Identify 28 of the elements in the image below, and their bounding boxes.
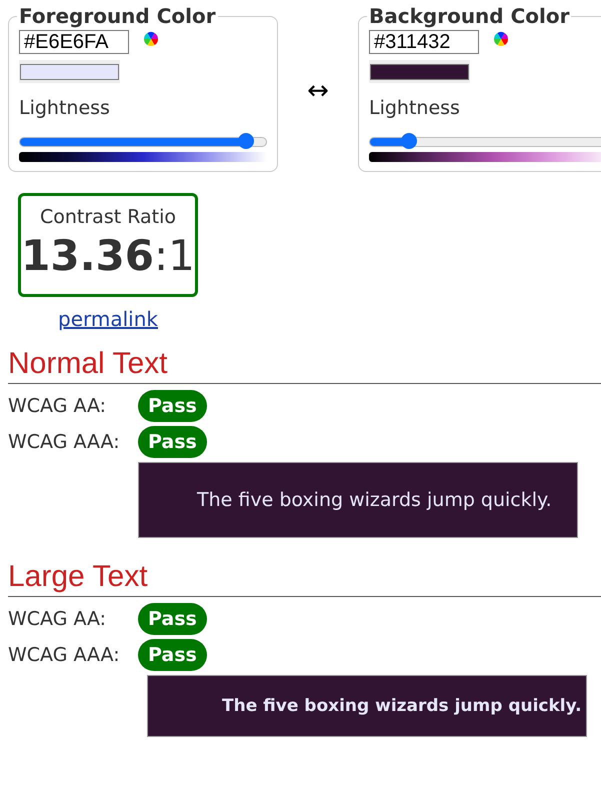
contrast-ratio: 13.36:1 (21, 230, 195, 282)
wcag-label: WCAG AA: (8, 395, 106, 417)
color-wheel-icon[interactable] (493, 31, 509, 47)
hex-input[interactable]: #311432 (369, 30, 479, 54)
permalink-link[interactable]: permalink (58, 307, 158, 331)
swap-arrow[interactable]: ↔ (278, 75, 358, 107)
panel-title: Foreground Color (18, 4, 217, 28)
result-badge: Pass (138, 390, 207, 422)
slider-label: Lightness (19, 97, 111, 119)
result-badge: Pass (138, 639, 207, 671)
color-swatch[interactable] (369, 60, 470, 83)
contrast-label: Contrast Ratio (40, 206, 176, 228)
slider-thumb[interactable] (401, 133, 418, 149)
section-heading: Normal Text (8, 347, 601, 384)
wcag-label: WCAG AAA: (8, 644, 120, 666)
result-badge: Pass (138, 426, 207, 458)
wcag-label: WCAG AAA: (8, 431, 120, 453)
wcag-label: WCAG AA: (8, 608, 106, 630)
sample-text: The five boxing wizards jump quickly. (138, 462, 578, 538)
hex-input[interactable]: #E6E6FA (19, 30, 129, 54)
section-heading: Large Text (8, 560, 601, 597)
color-wheel-icon[interactable] (143, 31, 159, 47)
sample-text: The five boxing wizards jump quickly. (147, 675, 587, 737)
result-badge: Pass (138, 603, 207, 635)
slider-label: Lightness (369, 97, 461, 119)
panel-title: Background Color (368, 4, 570, 28)
slider-thumb[interactable] (238, 133, 254, 149)
color-swatch[interactable] (19, 60, 120, 83)
